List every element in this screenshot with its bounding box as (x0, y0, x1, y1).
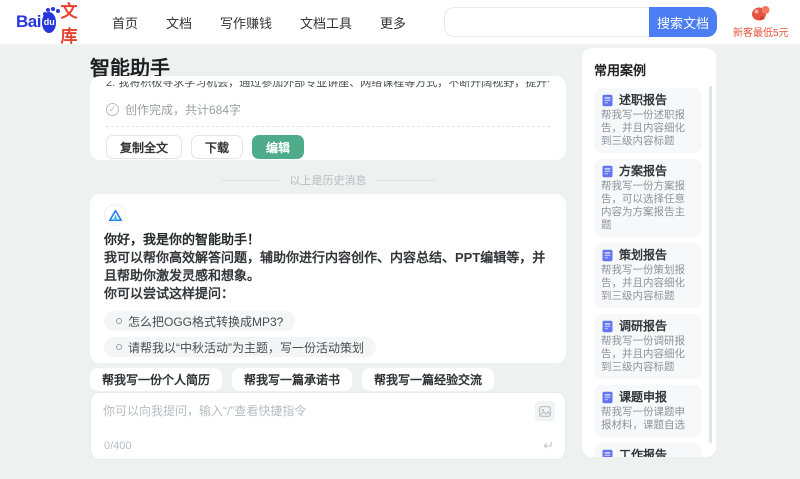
char-counter: 0/400 (104, 440, 132, 452)
promo-entry[interactable]: 新客最低5元 (733, 5, 789, 39)
bullet-circle-icon (116, 318, 122, 324)
search-box: 搜索文档 (444, 7, 718, 37)
case-title: 工作报告 (619, 448, 668, 457)
case-item-project-application[interactable]: 课题申报 帮我写一份课题申报材料，课题自选 (594, 385, 702, 437)
case-title: 策划报告 (619, 248, 668, 262)
case-item-work-report[interactable]: 工作报告 帮我写一份工作报告，工作类型随机 (594, 443, 702, 457)
nav-item-doc-tools[interactable]: 文档工具 (300, 13, 352, 32)
case-desc: 帮我写一份课题申报材料，课题自选 (601, 406, 685, 431)
nav-item-more[interactable]: 更多 (380, 13, 406, 32)
image-upload-icon[interactable] (535, 401, 555, 421)
case-title: 调研报告 (619, 319, 668, 333)
document-icon (602, 320, 613, 332)
enter-send-icon[interactable]: ↵ (543, 438, 554, 454)
promo-label: 新客最低5元 (733, 28, 789, 39)
case-item-research-report[interactable]: 调研报告 帮我写一份调研报告，并且内容细化到三级内容标题 (594, 314, 702, 379)
message-input[interactable] (103, 402, 503, 436)
sidebar-title: 常用案例 (594, 63, 647, 78)
case-item-duty-report[interactable]: 述职报告 帮我写一份述职报告，并且内容细化到三级内容标题 (594, 88, 702, 153)
chip-resume[interactable]: 帮我写一份个人简历 (90, 368, 223, 391)
edit-button[interactable]: 编辑 (252, 135, 305, 159)
nav-item-docs[interactable]: 文档 (166, 13, 192, 32)
case-item-plan-report[interactable]: 方案报告 帮我写一份方案报告，可以选择任意内容为方案报告主题 (594, 159, 702, 237)
case-desc: 帮我写一份调研报告，并且内容细化到三级内容标题 (601, 335, 685, 373)
document-icon (602, 391, 613, 403)
generation-status-row: ✓ 创作完成，共计684字 (106, 101, 550, 118)
assistant-main: 智能助手 2. 我将积极寻求学习机会，通过参加外部专业讲座、网络课程等方式，不断… (90, 52, 566, 460)
top-header: Bai du 文库 首页 文档 写作赚钱 文档工具 更多 搜索文档 新客最低5元… (0, 0, 800, 47)
document-icon (602, 449, 613, 457)
greeting-hint: 你可以尝试这样提问： (104, 286, 235, 301)
image-glyph (539, 405, 551, 417)
nav-item-write-earn[interactable]: 写作赚钱 (220, 13, 272, 32)
greeting-title: 你好，我是你的智能助手！ (104, 232, 261, 247)
chip-commitment-letter[interactable]: 帮我写一篇承诺书 (232, 368, 353, 391)
history-divider-label: 以上是历史消息 (289, 175, 367, 187)
header-actions: 新客最低5元 客户端 看过 (733, 5, 800, 39)
main-nav: 首页 文档 写作赚钱 文档工具 更多 (112, 13, 406, 32)
greeting-body: 我可以帮你高效解答问题，辅助你进行内容创作、内容总结、PPT编辑等，并且帮助你激… (104, 250, 546, 283)
divider-line-left (221, 179, 280, 181)
divider-line-right (376, 179, 435, 181)
document-icon (602, 165, 613, 177)
suggestion-label: 怎么把OGG格式转换成MP3? (128, 314, 284, 329)
generated-result-card: 2. 我将积极寻求学习机会，通过参加外部专业讲座、网络课程等方式，不断开阔视野，… (90, 76, 566, 160)
assistant-greeting-card: 你好，我是你的智能助手！ 我可以帮你高效解答问题，辅助你进行内容创作、内容总结、… (90, 194, 566, 363)
search-input[interactable] (444, 7, 650, 37)
suggestion-midautumn-plan[interactable]: 请帮我以“中秋活动”为主题，写一份活动策划 (104, 337, 376, 357)
generation-status-text: 创作完成，共计684字 (125, 103, 242, 117)
assistant-logo-icon (108, 209, 122, 221)
case-desc: 帮我写一份方案报告，可以选择任意内容为方案报告主题 (601, 180, 685, 231)
document-icon (602, 249, 613, 261)
chip-experience-exchange[interactable]: 帮我写一篇经验交流 (362, 368, 495, 391)
case-item-planning-report[interactable]: 策划报告 帮我写一份策划报告，并且内容细化到三级内容标题 (594, 243, 702, 308)
document-icon (602, 94, 613, 106)
message-composer: 0/400 ↵ (90, 392, 566, 460)
result-actions: 复制全文 下载 编辑 (106, 135, 550, 159)
clipped-result-text: 2. 我将积极寻求学习机会，通过参加外部专业讲座、网络课程等方式，不断开阔视野，… (106, 81, 550, 89)
baidu-paw-icon: du (41, 7, 57, 33)
copy-all-button[interactable]: 复制全文 (106, 135, 183, 159)
logo-text-bai: Bai (16, 12, 41, 31)
sidebar-scrollbar[interactable] (709, 86, 712, 443)
search-docs-button[interactable]: 搜索文档 (649, 7, 718, 37)
promo-gift-icon (751, 6, 770, 21)
assistant-avatar (104, 204, 126, 226)
suggestion-ogg-to-mp3[interactable]: 怎么把OGG格式转换成MP3? (104, 311, 296, 331)
case-desc: 帮我写一份策划报告，并且内容细化到三级内容标题 (601, 264, 685, 302)
check-circle-icon: ✓ (106, 103, 119, 116)
suggestion-label: 请帮我以“中秋活动”为主题，写一份活动策划 (128, 340, 364, 355)
case-title: 方案报告 (619, 164, 668, 178)
quick-prompt-chips: 帮我写一份个人简历 帮我写一篇承诺书 帮我写一篇经验交流 (90, 368, 495, 391)
dashed-divider (106, 126, 550, 127)
common-cases-sidebar: 常用案例 述职报告 帮我写一份述职报告，并且内容细化到三级内容标题 方案报告 帮… (582, 48, 716, 457)
history-message-divider: 以上是历史消息 (90, 172, 566, 188)
logo-text-wenku: 文库 (60, 2, 78, 46)
case-desc: 帮我写一份述职报告，并且内容细化到三级内容标题 (601, 109, 685, 147)
bullet-circle-icon (116, 344, 122, 350)
case-title: 述职报告 (619, 93, 668, 107)
baidu-wenku-logo[interactable]: Bai du 文库 (16, 0, 84, 47)
download-button[interactable]: 下载 (191, 135, 244, 159)
suggested-questions: 怎么把OGG格式转换成MP3? 请帮我以“中秋活动”为主题，写一份活动策划 请辅… (104, 311, 552, 363)
case-title: 课题申报 (619, 390, 668, 404)
nav-item-home[interactable]: 首页 (112, 13, 138, 32)
